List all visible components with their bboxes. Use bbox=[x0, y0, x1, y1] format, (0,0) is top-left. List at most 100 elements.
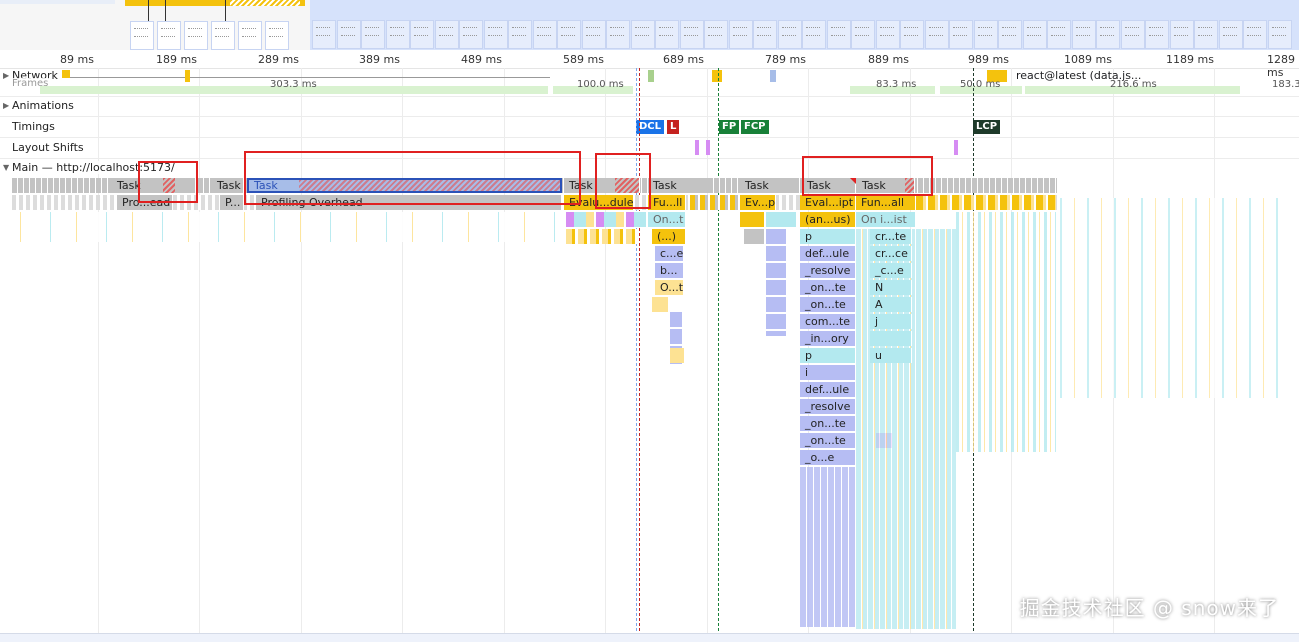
screenshot-thumbnail[interactable] bbox=[1169, 20, 1194, 49]
observer-block[interactable]: On...t bbox=[648, 212, 686, 227]
profiling-overhead-block[interactable]: P... bbox=[220, 195, 244, 210]
screenshot-thumbnail[interactable] bbox=[1096, 20, 1120, 49]
screenshot-thumbnail[interactable] bbox=[1022, 20, 1047, 49]
screenshot-thumbnail[interactable] bbox=[581, 20, 606, 49]
screenshot-thumbnail[interactable] bbox=[900, 20, 924, 49]
animations-track[interactable]: ▶ Animations bbox=[0, 96, 1299, 117]
collapse-triangle-icon[interactable]: ▼ bbox=[3, 163, 9, 172]
call-frame-block[interactable]: _on...te bbox=[800, 280, 856, 295]
dcl-marker[interactable]: DCL bbox=[636, 120, 665, 134]
expand-triangle-icon[interactable]: ▶ bbox=[3, 101, 9, 110]
layout-shift[interactable] bbox=[706, 140, 710, 155]
script-strip[interactable] bbox=[566, 229, 638, 244]
call-frame-block[interactable]: u bbox=[870, 348, 912, 363]
call-frame-block[interactable]: def...ule bbox=[800, 382, 856, 397]
screenshot-thumbnail[interactable] bbox=[924, 20, 949, 49]
script-strip[interactable] bbox=[566, 212, 646, 227]
call-frame-block[interactable]: A bbox=[870, 297, 912, 312]
script-block[interactable] bbox=[766, 229, 786, 244]
function-stack[interactable] bbox=[766, 246, 786, 336]
screenshot-thumbnail[interactable] bbox=[483, 20, 508, 49]
call-frame-block[interactable]: _resolve bbox=[800, 399, 856, 414]
short-call-strip[interactable] bbox=[20, 212, 560, 242]
screenshot-thumbnail[interactable] bbox=[1120, 20, 1145, 49]
call-frame-block[interactable]: N bbox=[870, 280, 912, 295]
load-marker[interactable]: L bbox=[667, 120, 680, 134]
screenshot-thumbnail[interactable] bbox=[361, 20, 385, 49]
timeline-overview[interactable] bbox=[0, 0, 1299, 52]
deep-call-stack[interactable] bbox=[1060, 198, 1290, 398]
call-frame-block[interactable]: p bbox=[800, 348, 856, 363]
function-block[interactable] bbox=[670, 348, 684, 363]
screenshot-thumbnail[interactable] bbox=[777, 20, 802, 49]
screenshot-thumbnail[interactable] bbox=[1047, 20, 1071, 49]
screenshot-thumbnail[interactable] bbox=[532, 20, 557, 49]
screenshot-thumbnail[interactable] bbox=[184, 21, 208, 50]
call-frame-block[interactable]: _on...te bbox=[800, 297, 856, 312]
function-block[interactable] bbox=[652, 297, 668, 312]
fp-marker[interactable]: FP bbox=[719, 120, 740, 134]
screenshot-thumbnail[interactable] bbox=[1071, 20, 1096, 49]
screenshot-thumbnail[interactable] bbox=[1145, 20, 1169, 49]
screenshot-thumbnail[interactable] bbox=[508, 20, 532, 49]
task-block[interactable]: Task bbox=[740, 178, 800, 193]
screenshot-thumbnail[interactable] bbox=[1243, 20, 1267, 49]
script-strip[interactable] bbox=[690, 195, 738, 210]
deep-call-stack[interactable] bbox=[956, 212, 1056, 452]
deep-call-stack[interactable] bbox=[800, 467, 856, 627]
layout-shift[interactable] bbox=[954, 140, 958, 155]
observer-block[interactable]: On i...ist bbox=[856, 212, 916, 227]
screenshot-thumbnail[interactable] bbox=[1218, 20, 1243, 49]
network-request[interactable] bbox=[62, 70, 70, 78]
call-frame-block[interactable]: p bbox=[800, 229, 856, 244]
screenshot-thumbnail[interactable] bbox=[238, 21, 262, 50]
animations-track-label[interactable]: Animations bbox=[12, 99, 76, 112]
script-block[interactable] bbox=[766, 212, 796, 227]
screenshot-thumbnail[interactable] bbox=[875, 20, 900, 49]
screenshot-thumbnail[interactable] bbox=[851, 20, 875, 49]
overview-selection[interactable] bbox=[0, 0, 310, 50]
evaluate-script-block[interactable]: Eval...ipt bbox=[800, 195, 856, 210]
screenshot-thumbnail[interactable] bbox=[557, 20, 581, 49]
call-frame-block[interactable]: i bbox=[800, 365, 856, 380]
screenshot-thumbnail[interactable] bbox=[1267, 20, 1292, 49]
main-flame-chart[interactable]: Task Task Task Task Task Task Task Task … bbox=[0, 178, 1299, 633]
call-block[interactable]: (...) bbox=[652, 229, 686, 244]
function-block[interactable]: O...t bbox=[655, 280, 684, 295]
screenshot-thumbnail[interactable] bbox=[434, 20, 459, 49]
call-frame-block[interactable]: _resolve bbox=[800, 263, 856, 278]
screenshot-thumbnail[interactable] bbox=[265, 21, 289, 50]
call-frame-block[interactable]: _on...te bbox=[800, 416, 856, 431]
screenshot-thumbnail[interactable] bbox=[385, 20, 410, 49]
fcp-marker[interactable]: FCP bbox=[741, 120, 769, 134]
call-frame-block[interactable]: _c...e bbox=[870, 263, 912, 278]
call-frame-block[interactable]: _o...e bbox=[800, 450, 856, 465]
network-track[interactable]: ▶ Network Frames react@latest (data.js..… bbox=[0, 68, 1299, 97]
call-frame-block[interactable]: def...ule bbox=[800, 246, 856, 261]
function-block[interactable]: b... bbox=[655, 263, 684, 278]
screenshot-thumbnail[interactable] bbox=[679, 20, 704, 49]
network-request[interactable] bbox=[712, 70, 722, 82]
call-frame-block[interactable]: cr...ce bbox=[870, 246, 912, 261]
screenshot-thumbnail[interactable] bbox=[655, 20, 679, 49]
call-frame-block[interactable]: _in...ory bbox=[800, 331, 856, 346]
screenshot-thumbnail[interactable] bbox=[728, 20, 753, 49]
call-frame-block[interactable]: _on...te bbox=[800, 433, 856, 448]
screenshot-thumbnail[interactable] bbox=[410, 20, 434, 49]
screenshot-thumbnail[interactable] bbox=[973, 20, 998, 49]
screenshot-thumbnail[interactable] bbox=[826, 20, 851, 49]
screenshot-thumbnail[interactable] bbox=[157, 21, 181, 50]
screenshot-thumbnail[interactable] bbox=[459, 20, 483, 49]
screenshot-thumbnail[interactable] bbox=[949, 20, 973, 49]
call-frame-block[interactable]: com...te bbox=[800, 314, 856, 329]
task-block[interactable]: Task bbox=[212, 178, 244, 193]
call-frame-block[interactable] bbox=[870, 331, 912, 346]
expand-triangle-icon[interactable]: ▶ bbox=[3, 71, 9, 80]
layout-shift[interactable] bbox=[695, 140, 699, 155]
screenshot-thumbnail[interactable] bbox=[998, 20, 1022, 49]
screenshot-thumbnail[interactable] bbox=[753, 20, 777, 49]
network-request[interactable] bbox=[770, 70, 776, 82]
script-strip[interactable] bbox=[916, 195, 1056, 210]
screenshot-thumbnail[interactable] bbox=[704, 20, 728, 49]
lcp-marker[interactable]: LCP bbox=[973, 120, 1001, 134]
